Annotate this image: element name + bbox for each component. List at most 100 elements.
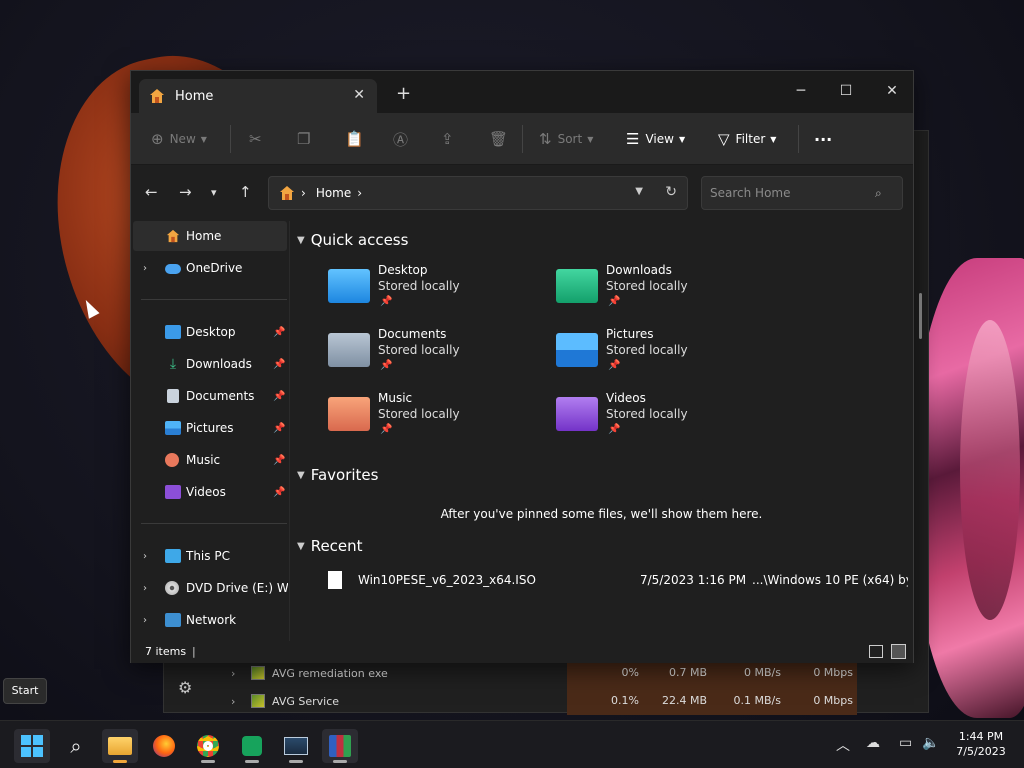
sidebar-item-pictures[interactable]: Pictures 📌 bbox=[133, 413, 287, 443]
new-button[interactable]: ⊕ New ▼ bbox=[151, 127, 207, 151]
quick-access-videos[interactable]: Videos Stored locally 📌 bbox=[556, 391, 756, 451]
scrollbar-thumb[interactable] bbox=[919, 293, 922, 339]
pin-icon[interactable]: 📌 bbox=[273, 487, 285, 498]
settings-gear-icon[interactable]: ⚙ bbox=[178, 678, 192, 697]
quick-access-desktop[interactable]: Desktop Stored locally 📌 bbox=[328, 263, 528, 323]
chevron-down-icon: ▼ bbox=[678, 134, 686, 144]
sidebar-item-dvd-drive[interactable]: › DVD Drive (E:) Win1 bbox=[133, 573, 288, 603]
tab-home[interactable]: Home ✕ bbox=[139, 79, 377, 113]
close-window-button[interactable]: ✕ bbox=[869, 77, 915, 105]
computer-icon bbox=[165, 549, 181, 563]
quick-access-downloads[interactable]: Downloads Stored locally 📌 bbox=[556, 263, 756, 323]
sidebar-item-downloads[interactable]: ⤓ Downloads 📌 bbox=[133, 349, 287, 379]
quick-access-header[interactable]: ▼ Quick access bbox=[297, 231, 408, 249]
recent-locations-chevron-icon[interactable]: ▾ bbox=[211, 186, 217, 199]
more-options-button[interactable]: ··· bbox=[814, 127, 832, 151]
chevron-right-icon[interactable]: › bbox=[231, 695, 235, 708]
taskbar-task-manager[interactable] bbox=[278, 729, 314, 763]
back-arrow-icon[interactable]: ← bbox=[145, 183, 158, 201]
clock[interactable]: 1:44 PM 7/5/2023 bbox=[946, 729, 1016, 759]
process-row[interactable]: › AVG Service 0.1% 22.4 MB 0.1 MB/s 0 Mb… bbox=[163, 687, 929, 715]
pin-icon[interactable]: 📌 bbox=[273, 455, 285, 466]
chevron-right-icon[interactable]: › bbox=[143, 263, 147, 274]
chevron-right-icon[interactable]: › bbox=[231, 667, 235, 680]
minimize-button[interactable]: ─ bbox=[778, 77, 824, 105]
network-icon bbox=[165, 613, 181, 627]
favorites-empty-message: After you've pinned some files, we'll sh… bbox=[440, 507, 763, 521]
search-input[interactable] bbox=[701, 176, 903, 210]
pin-icon[interactable]: 📌 bbox=[273, 391, 285, 402]
recent-file-date: 7/5/2023 1:16 PM bbox=[640, 573, 747, 587]
sidebar-item-videos[interactable]: Videos 📌 bbox=[133, 477, 287, 507]
taskbar-firefox[interactable] bbox=[146, 729, 182, 763]
breadcrumb-home[interactable]: Home bbox=[316, 186, 351, 200]
sidebar-item-desktop[interactable]: Desktop 📌 bbox=[133, 317, 287, 347]
cloud-offline-icon[interactable]: ☁ bbox=[866, 735, 880, 751]
favorites-header[interactable]: ▼ Favorites bbox=[297, 466, 378, 484]
sidebar-item-home[interactable]: Home bbox=[133, 221, 287, 251]
show-hidden-icons-chevron-icon[interactable]: ︿ bbox=[836, 735, 850, 755]
chevron-right-icon[interactable]: › bbox=[143, 551, 147, 562]
recent-file-name: Win10PESE_v6_2023_x64.ISO bbox=[358, 573, 536, 587]
process-disk: 0 MB/s bbox=[711, 659, 785, 687]
new-tab-button[interactable]: + bbox=[396, 83, 411, 104]
filter-button[interactable]: ▽ Filter ▼ bbox=[718, 127, 776, 151]
video-play-icon bbox=[165, 485, 181, 499]
address-dropdown-chevron-icon[interactable]: ▼ bbox=[635, 186, 643, 197]
quick-access-documents[interactable]: Documents Stored locally 📌 bbox=[328, 327, 528, 387]
sidebar-item-network[interactable]: › Network bbox=[133, 605, 287, 635]
taskbar-app[interactable] bbox=[234, 729, 270, 763]
sort-button[interactable]: ⇅ Sort ▼ bbox=[539, 127, 593, 151]
taskbar: ⌕ ︿ ☁ ▭ 🔈 1:44 PM 7/5/2023 bbox=[0, 720, 1024, 768]
start-button[interactable] bbox=[14, 729, 50, 763]
pin-icon[interactable]: 📌 bbox=[273, 423, 285, 434]
chevron-down-icon: ▼ bbox=[200, 134, 207, 144]
search-button[interactable]: ⌕ bbox=[58, 729, 94, 763]
cut-button[interactable]: ✂ bbox=[249, 127, 268, 151]
view-button[interactable]: ☰ View ▼ bbox=[626, 127, 685, 151]
taskbar-winrar[interactable] bbox=[322, 729, 358, 763]
pin-icon[interactable]: 📌 bbox=[273, 359, 285, 370]
process-network: 0 Mbps bbox=[785, 687, 857, 715]
network-icon[interactable]: ▭ bbox=[899, 735, 912, 751]
maximize-button[interactable]: ☐ bbox=[823, 77, 869, 105]
address-bar[interactable]: › Home › ▼ ↻ bbox=[268, 176, 688, 210]
volume-icon[interactable]: 🔈 bbox=[922, 735, 939, 751]
sidebar-item-this-pc[interactable]: › This PC bbox=[133, 541, 287, 571]
details-view-icon[interactable] bbox=[869, 645, 883, 658]
sidebar-item-music[interactable]: Music 📌 bbox=[133, 445, 287, 475]
recent-header[interactable]: ▼ Recent bbox=[297, 537, 363, 555]
up-arrow-icon[interactable]: ↑ bbox=[239, 183, 252, 201]
paste-button[interactable]: 📋 bbox=[345, 127, 370, 151]
running-indicator bbox=[113, 760, 127, 763]
tiles-view-icon[interactable] bbox=[891, 644, 906, 659]
title-bar[interactable]: Home ✕ + ─ ☐ ✕ bbox=[131, 71, 913, 113]
pin-icon: 📌 bbox=[608, 424, 621, 435]
share-button[interactable]: ⇪ bbox=[441, 127, 460, 151]
chevron-right-icon[interactable]: › bbox=[143, 615, 147, 626]
downloads-folder-icon bbox=[556, 269, 598, 303]
delete-button[interactable]: 🗑 bbox=[489, 127, 514, 151]
sidebar-item-documents[interactable]: Documents 📌 bbox=[133, 381, 287, 411]
copy-button[interactable]: ❐ bbox=[297, 127, 316, 151]
close-tab-icon[interactable]: ✕ bbox=[353, 87, 365, 103]
rename-button[interactable]: Ⓐ bbox=[393, 127, 414, 151]
process-row[interactable]: › AVG remediation exe 0% 0.7 MB 0 MB/s 0… bbox=[163, 659, 929, 687]
folder-status: Stored locally bbox=[378, 343, 460, 357]
sidebar-item-onedrive[interactable]: › OneDrive bbox=[133, 253, 287, 283]
rename-icon: Ⓐ bbox=[393, 130, 409, 149]
avg-app-icon bbox=[251, 666, 265, 680]
taskbar-chrome[interactable] bbox=[190, 729, 226, 763]
folder-status: Stored locally bbox=[606, 407, 688, 421]
pin-icon[interactable]: 📌 bbox=[273, 327, 285, 338]
recent-file-row[interactable]: Win10PESE_v6_2023_x64.ISO 7/5/2023 1:16 … bbox=[328, 569, 908, 593]
search-icon[interactable]: ⌕ bbox=[875, 186, 882, 201]
chevron-right-icon[interactable]: › bbox=[143, 583, 147, 594]
forward-arrow-icon[interactable]: → bbox=[179, 183, 192, 201]
taskbar-file-explorer[interactable] bbox=[102, 729, 138, 763]
toolbar-divider bbox=[230, 125, 231, 153]
documents-folder-icon bbox=[328, 333, 370, 367]
quick-access-music[interactable]: Music Stored locally 📌 bbox=[328, 391, 528, 451]
refresh-icon[interactable]: ↻ bbox=[665, 184, 677, 200]
quick-access-pictures[interactable]: Pictures Stored locally 📌 bbox=[556, 327, 756, 387]
